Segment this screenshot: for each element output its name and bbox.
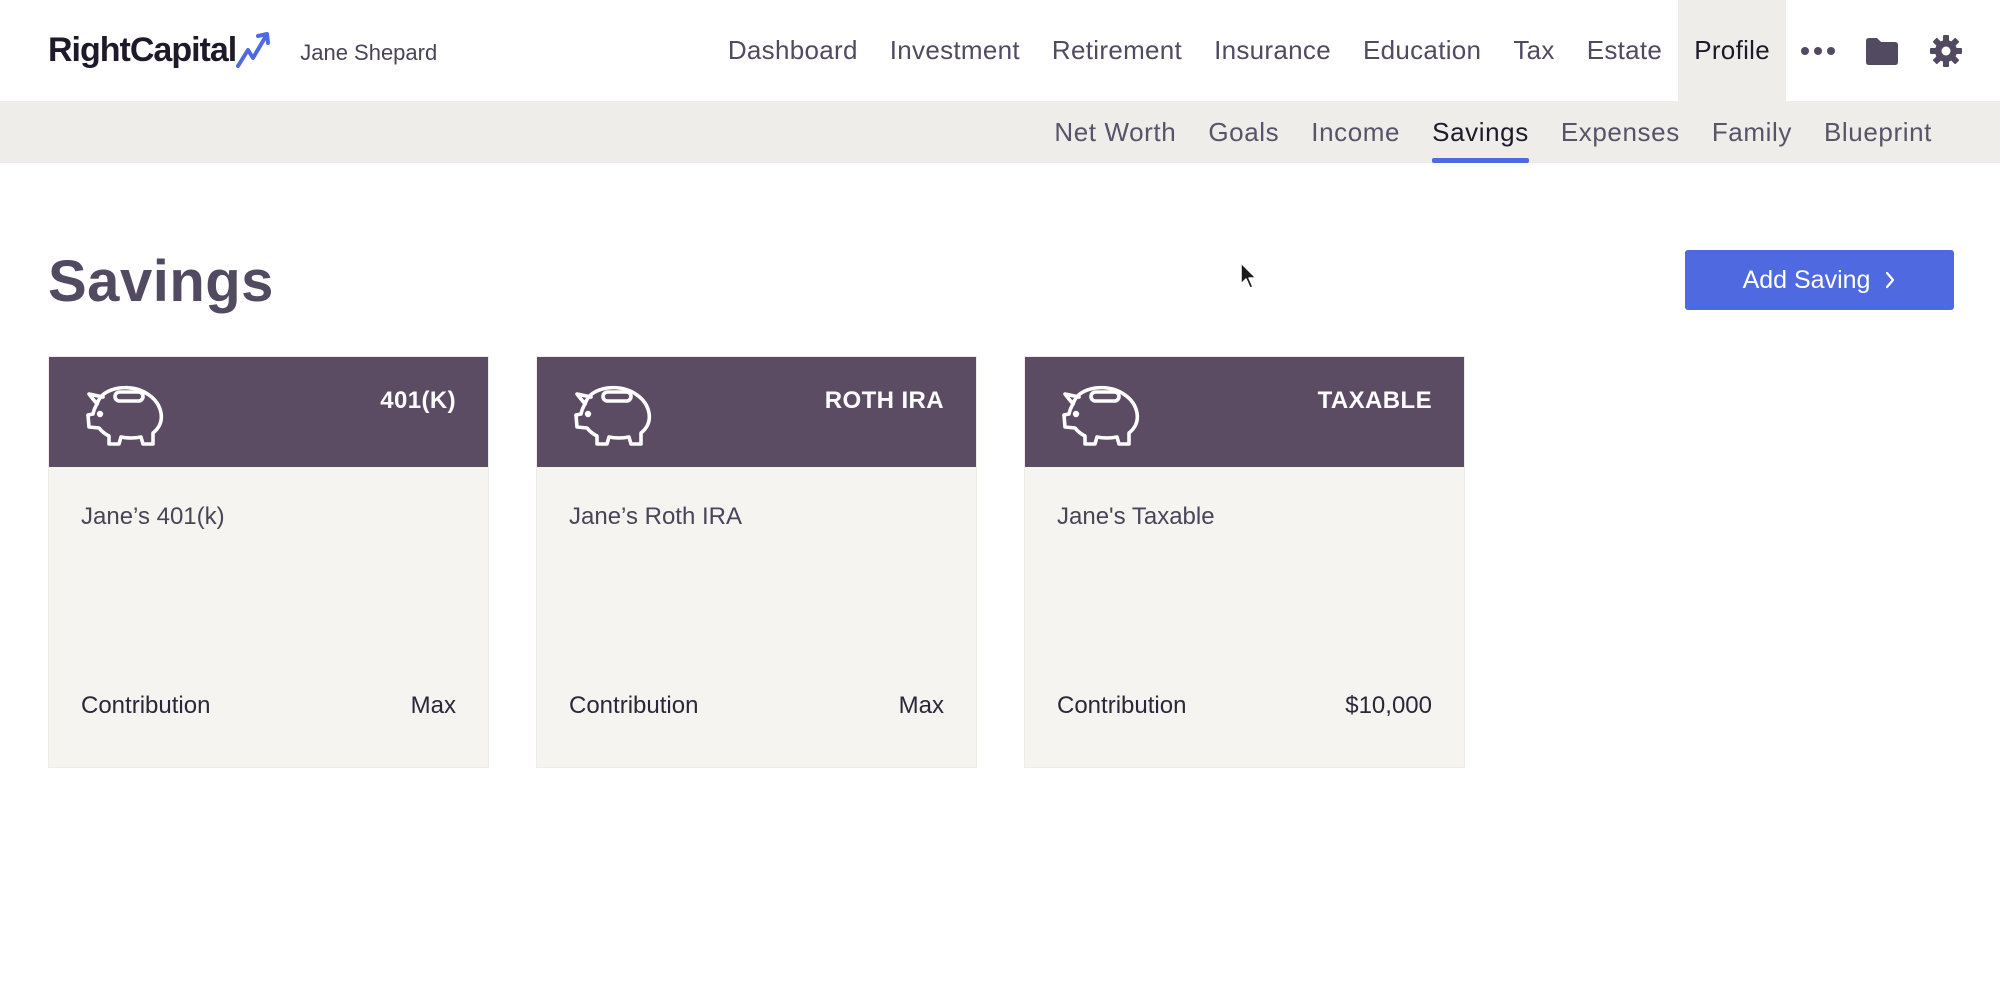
account-name: Jane’s 401(k) <box>81 503 225 530</box>
subnav-expenses[interactable]: Expenses <box>1545 101 1696 163</box>
contribution-value: Max <box>410 692 456 719</box>
brand-logo-text: RightCapital <box>48 30 237 69</box>
card-header: TAXABLE <box>1025 357 1464 467</box>
folder-icon <box>1866 37 1898 65</box>
nav-education[interactable]: Education <box>1347 0 1497 101</box>
subnav-goals[interactable]: Goals <box>1192 101 1295 163</box>
gear-icon <box>1930 34 1962 67</box>
more-button[interactable] <box>1786 0 1850 101</box>
contribution-label: Contribution <box>81 692 211 719</box>
contribution-row: Contribution $10,000 <box>1057 692 1432 720</box>
page-title: Savings <box>48 249 274 314</box>
brand-logo-arrow-icon <box>236 32 271 68</box>
mouse-cursor-icon <box>1240 262 1257 289</box>
piggy-bank-icon <box>574 385 652 446</box>
more-icon <box>1801 46 1835 55</box>
client-name: Jane Shepard <box>300 40 438 65</box>
nav-retirement[interactable]: Retirement <box>1036 0 1198 101</box>
nav-insurance[interactable]: Insurance <box>1198 0 1347 101</box>
add-saving-label: Add Saving <box>1742 265 1871 294</box>
add-saving-button[interactable]: Add Saving <box>1685 250 1954 310</box>
brand[interactable]: RightCapital Jane Shepard <box>48 30 437 70</box>
contribution-value: $10,000 <box>1345 692 1432 719</box>
settings-button[interactable] <box>1914 0 1978 101</box>
contribution-label: Contribution <box>569 692 699 719</box>
subnav-net-worth[interactable]: Net Worth <box>1038 101 1192 163</box>
nav-tax[interactable]: Tax <box>1497 0 1570 101</box>
account-name: Jane’s Roth IRA <box>569 503 742 530</box>
nav-dashboard[interactable]: Dashboard <box>712 0 874 101</box>
contribution-row: Contribution Max <box>81 692 456 720</box>
account-name: Jane's Taxable <box>1057 503 1215 530</box>
saving-card[interactable]: TAXABLE Jane's Taxable Contribution $10,… <box>1025 357 1464 767</box>
subnav-savings[interactable]: Savings <box>1416 101 1545 163</box>
contribution-row: Contribution Max <box>569 692 944 720</box>
account-type-label: 401(K) <box>380 387 456 414</box>
saving-card[interactable]: 401(K) Jane’s 401(k) Contribution Max <box>49 357 488 767</box>
sub-navigation-bar: Net Worth Goals Income Savings Expenses … <box>0 101 2000 163</box>
main-nav: Dashboard Investment Retirement Insuranc… <box>712 0 2000 101</box>
card-header: ROTH IRA <box>537 357 976 467</box>
card-header: 401(K) <box>49 357 488 467</box>
contribution-label: Contribution <box>1057 692 1187 719</box>
documents-button[interactable] <box>1850 0 1914 101</box>
saving-card[interactable]: ROTH IRA Jane’s Roth IRA Contribution Ma… <box>537 357 976 767</box>
account-type-label: ROTH IRA <box>824 387 944 414</box>
subnav-income[interactable]: Income <box>1295 101 1416 163</box>
savings-card-list: 401(K) Jane’s 401(k) Contribution Max RO… <box>49 357 1464 767</box>
subnav-blueprint[interactable]: Blueprint <box>1808 101 1948 163</box>
piggy-bank-icon <box>1062 385 1140 446</box>
nav-estate[interactable]: Estate <box>1571 0 1679 101</box>
profile-sub-nav: Net Worth Goals Income Savings Expenses … <box>1038 101 1948 163</box>
account-type-label: TAXABLE <box>1317 387 1432 414</box>
card-body: Jane’s 401(k) Contribution Max <box>49 467 488 767</box>
card-body: Jane's Taxable Contribution $10,000 <box>1025 467 1464 767</box>
top-navigation-bar: RightCapital Jane Shepard Dashboard Inve… <box>0 0 2000 101</box>
nav-investment[interactable]: Investment <box>874 0 1036 101</box>
chevron-right-icon <box>1886 271 1895 289</box>
subnav-family[interactable]: Family <box>1696 101 1808 163</box>
nav-profile[interactable]: Profile <box>1678 0 1786 101</box>
contribution-value: Max <box>898 692 944 719</box>
card-body: Jane’s Roth IRA Contribution Max <box>537 467 976 767</box>
piggy-bank-icon <box>86 385 164 446</box>
